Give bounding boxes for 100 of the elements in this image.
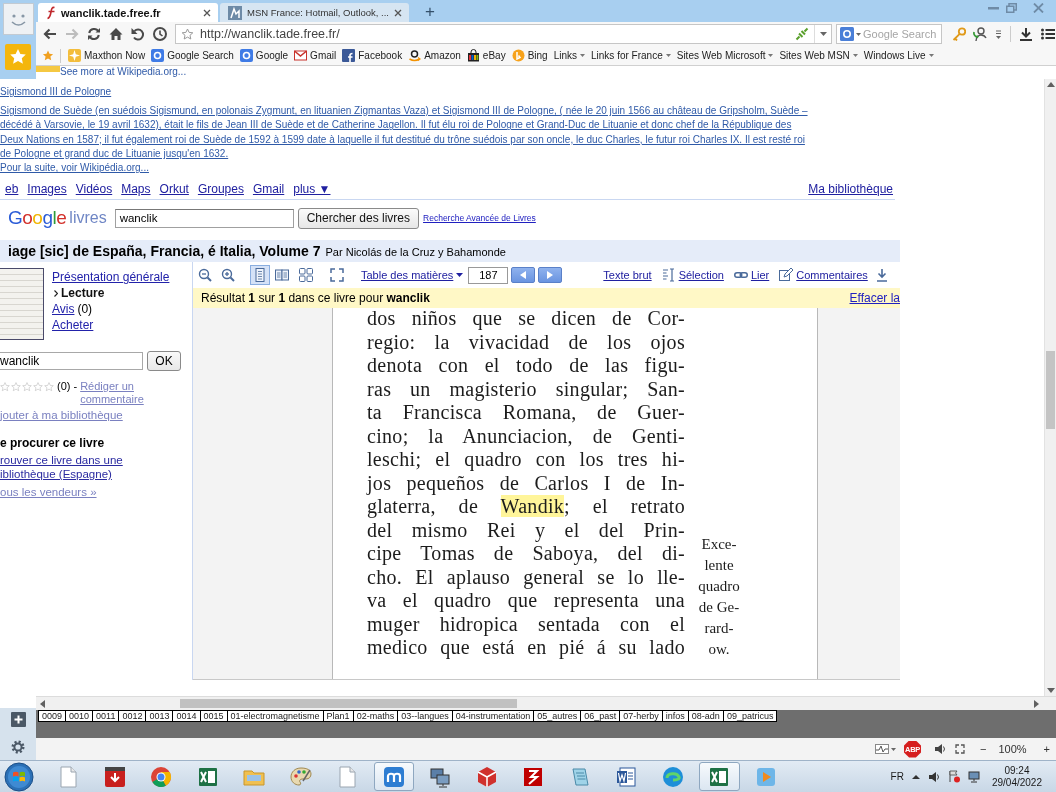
sidebar-link[interactable]: Acheter [52, 317, 94, 334]
sheet-tab[interactable]: infos [661, 710, 689, 722]
see-more-link[interactable]: See more at Wikipedia.org... [60, 66, 187, 77]
close-icon[interactable] [203, 8, 211, 17]
language-indicator[interactable]: FR [890, 771, 904, 782]
user-refresh-icon[interactable] [972, 26, 988, 42]
caret-up-icon[interactable] [911, 774, 920, 779]
sheet-tab[interactable]: 0014 [172, 710, 201, 722]
caret-icon[interactable] [856, 32, 861, 36]
bookmark-link[interactable]: Google Search [151, 49, 234, 62]
view-mode-button[interactable] [250, 265, 270, 286]
download-icon[interactable] [875, 268, 888, 283]
new-tab-button[interactable]: + [425, 1, 435, 21]
scroll-up-icon[interactable] [1046, 82, 1055, 87]
bookmark-link[interactable]: eBay [466, 49, 506, 62]
toolbar-link[interactable]: Sélection [661, 268, 724, 283]
add-to-library-link[interactable]: jouter à ma bibliothèque [0, 408, 123, 423]
fullscreen-icon[interactable] [330, 268, 344, 283]
undo-icon[interactable] [130, 26, 146, 42]
sheet-tab[interactable]: 0009 [38, 710, 67, 722]
scrollbar-thumb[interactable] [1046, 351, 1055, 429]
zoom-out-button[interactable]: − [980, 743, 987, 755]
pulse-icon[interactable] [875, 744, 889, 754]
sheet-tab[interactable]: 09_patricus [722, 710, 778, 722]
zoom-in-icon[interactable] [221, 268, 235, 283]
sheet-tab[interactable]: 0012 [118, 710, 147, 722]
sheet-tab[interactable]: Plan1 [322, 710, 354, 722]
settings-icon[interactable] [11, 740, 25, 754]
menu-icon[interactable] [1041, 28, 1055, 40]
scroll-left-icon[interactable] [40, 699, 45, 708]
nav-link[interactable]: Images [27, 182, 67, 197]
bookmark-link[interactable]: Facebook [342, 49, 403, 62]
read-more-link[interactable]: Pour la suite, voir Wikipédia.org... [0, 161, 149, 176]
taskbar-button[interactable] [699, 762, 740, 791]
clock-date[interactable]: 29/04/2022 [991, 776, 1042, 789]
find-in-library-link[interactable]: rouver ce livre dans une ibliothèque (Espagne) [0, 453, 135, 482]
article-title-link[interactable]: Sigismond III de Pologne [0, 85, 112, 99]
sidebar-link[interactable]: Lecture [54, 285, 105, 302]
star-icon[interactable] [181, 27, 194, 41]
close-icon[interactable] [394, 8, 402, 17]
star-icon[interactable] [22, 382, 32, 393]
address-field[interactable]: http://wanclik.tade.free.fr/ [175, 24, 832, 44]
book-cover-image[interactable] [0, 268, 44, 341]
dropdown-icon[interactable] [995, 29, 1002, 39]
page-number-field[interactable]: 187 [468, 266, 509, 284]
browser-tab[interactable]: MSN France: Hotmail, Outlook, ... [220, 3, 409, 22]
sheet-tab[interactable]: 06_past [580, 710, 621, 722]
plus-icon[interactable] [10, 712, 26, 727]
sheet-tab[interactable]: 05_autres [533, 710, 582, 722]
ok-button[interactable]: OK [147, 351, 181, 372]
scroll-right-icon[interactable] [1034, 699, 1039, 708]
bookmark-link[interactable]: Bing [511, 49, 548, 62]
sidebar-link[interactable]: Avis [52, 301, 75, 318]
sheet-tab[interactable]: 01-electromagnetisme [226, 710, 324, 722]
nav-link[interactable]: Vidéos [75, 182, 113, 197]
nav-link[interactable]: Groupes [197, 182, 244, 197]
bookmark-link[interactable]: Google [239, 49, 289, 62]
library-link[interactable]: Ma bibliothèque [808, 182, 893, 197]
bookmark-link[interactable]: Amazon [408, 49, 461, 62]
zoom-out-icon[interactable] [198, 268, 212, 283]
caret-icon[interactable] [891, 747, 896, 751]
star-icon[interactable] [44, 382, 54, 393]
bookmark-folder[interactable]: Windows Live [863, 50, 934, 61]
search-engine-icon[interactable] [840, 27, 854, 41]
sheet-tab[interactable]: 04-instrumentation [451, 710, 535, 722]
star-icon[interactable] [33, 382, 43, 393]
clear-search-link[interactable]: Effacer la [849, 291, 900, 306]
nav-link[interactable]: eb [5, 182, 19, 197]
sheet-tab[interactable]: 0013 [145, 710, 174, 722]
home-icon[interactable] [108, 26, 124, 42]
article-summary-link[interactable]: Sigismond de Suède (en suédois Sigismund, en polonais Zygmunt, en lituanien Zigmantas Vaza) et Sigismond III de Pologne, ( née le 20 juin 1566 au château de Gripsholm, Suède – décédé à Varsovie, le 19 avril 1632), était le fils de Jean III de Suède et de Catherine Jagellon. Il fut élu roi de Pologne et Grand-Duc de Lituanie et donc chef de la République des Deux Nations en 1587; il fut également roi de Suède de 1592 à 1599 date à laquelle il fut destitué du trône suédois par son oncle, le duc Charles, le futur roi Charles IX. Il est resté roi de Pologne et grand duc de Lituanie jusqu'en 1632. [0, 104, 812, 162]
previous-page-button[interactable] [511, 267, 536, 284]
search-button[interactable]: Chercher des livres [297, 207, 420, 229]
refresh-icon[interactable] [86, 26, 102, 42]
speaker-icon[interactable] [927, 770, 940, 783]
clock-icon[interactable] [152, 26, 168, 42]
toolbar-link[interactable]: Lier [733, 268, 770, 283]
search-field[interactable]: wanclik [114, 208, 294, 228]
nav-link[interactable]: Maps [121, 182, 151, 197]
scroll-down-icon[interactable] [1046, 688, 1055, 693]
bookmark-link[interactable]: Gmail [294, 49, 337, 62]
bookmark-link[interactable]: Maxthon Now [68, 49, 146, 62]
sheet-tab[interactable]: 07-herby [619, 710, 663, 722]
scrollbar-thumb[interactable] [180, 699, 517, 708]
bookmark-folder[interactable]: Links [553, 50, 585, 61]
caret-icon[interactable] [820, 32, 827, 36]
nav-link[interactable]: plus ▼ [293, 182, 331, 197]
sheet-tab[interactable]: 03--langues [397, 710, 453, 722]
all-sellers-link[interactable]: ous les vendeurs » [0, 485, 97, 500]
sidebar-link[interactable]: Présentation générale [52, 269, 170, 286]
search-field[interactable]: wanclik [0, 352, 143, 371]
sheet-tab[interactable]: 0011 [92, 710, 120, 722]
sheet-tab[interactable]: 0010 [65, 710, 94, 722]
nav-link[interactable]: Gmail [252, 182, 285, 197]
monitor-icon[interactable] [967, 770, 980, 783]
next-page-button[interactable] [538, 267, 563, 284]
speaker-icon[interactable] [934, 743, 946, 755]
start-button[interactable] [4, 761, 34, 792]
clock-time[interactable]: 09:24 [991, 764, 1042, 777]
star-icon[interactable] [0, 382, 10, 393]
